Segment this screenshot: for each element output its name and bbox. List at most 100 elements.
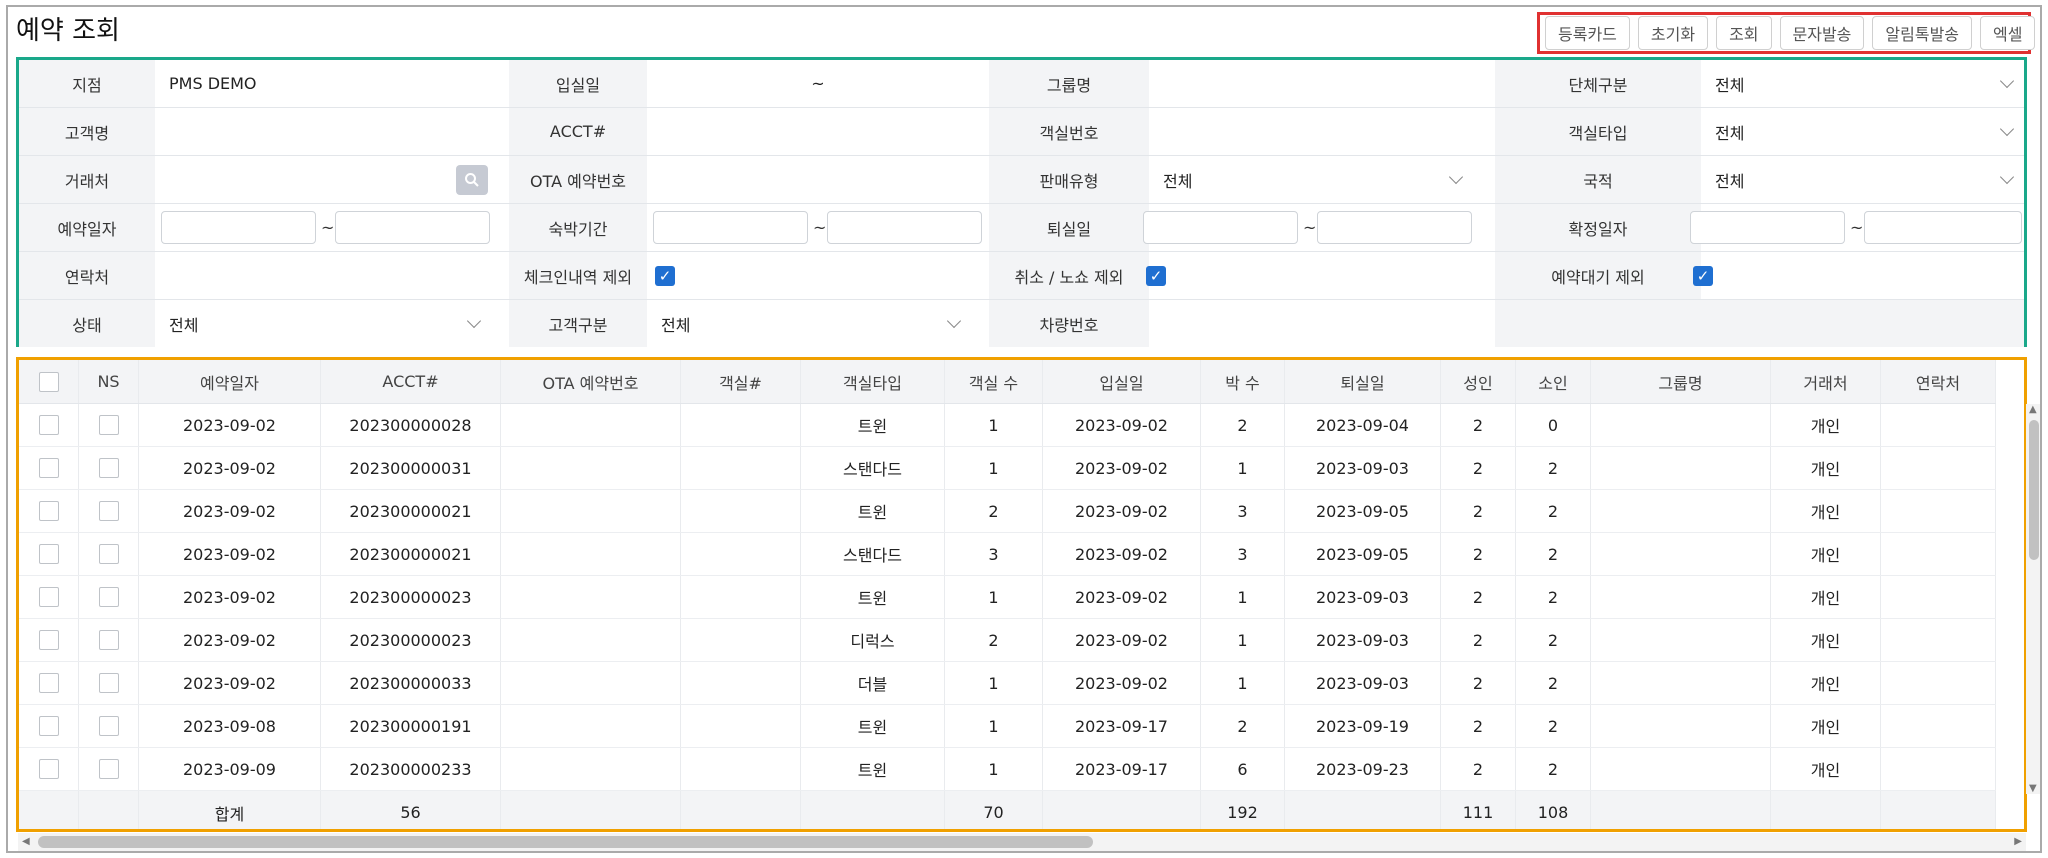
table-row[interactable]: 2023-09-09 202300000233 트윈 1 2023-09-17 6 2023… bbox=[19, 748, 1996, 791]
group-name-field[interactable] bbox=[1149, 60, 1495, 107]
send-sms-button[interactable]: 문자발송 bbox=[1779, 16, 1865, 50]
column-header[interactable]: 거래처 bbox=[1771, 360, 1881, 403]
column-header[interactable]: 박 수 bbox=[1201, 360, 1285, 403]
checkout-to[interactable] bbox=[1317, 211, 1472, 244]
ns-checkbox[interactable] bbox=[98, 716, 119, 736]
row-checkbox[interactable] bbox=[38, 501, 59, 521]
status-select[interactable]: 전체 bbox=[155, 300, 509, 347]
column-header[interactable]: 객실타입 bbox=[801, 360, 945, 403]
table-cell: 202300000191 bbox=[321, 705, 501, 747]
table-row[interactable]: 2023-09-02 202300000031 스탠다드 1 2023-09-02 1 20… bbox=[19, 447, 1996, 490]
ns-checkbox[interactable] bbox=[98, 458, 119, 478]
table-row[interactable]: 2023-09-02 202300000023 트윈 1 2023-09-02 1 2023… bbox=[19, 576, 1996, 619]
stay-period-to[interactable] bbox=[827, 211, 982, 244]
column-header[interactable]: 입실일 bbox=[1043, 360, 1201, 403]
ns-checkbox[interactable] bbox=[98, 673, 119, 693]
room-number-field[interactable] bbox=[1149, 108, 1495, 155]
car-number-field[interactable] bbox=[1149, 300, 1495, 347]
scroll-left-icon[interactable]: ◀ bbox=[22, 836, 30, 847]
scroll-thumb[interactable] bbox=[38, 836, 1093, 848]
column-header[interactable]: 그룹명 bbox=[1591, 360, 1771, 403]
column-header[interactable]: 객실 수 bbox=[945, 360, 1043, 403]
ota-number-field[interactable] bbox=[647, 156, 989, 203]
ns-checkbox[interactable] bbox=[98, 415, 119, 435]
client-search-button[interactable] bbox=[456, 165, 488, 195]
footer-total-cell: 70 bbox=[945, 791, 1043, 829]
table-row[interactable]: 2023-09-02 202300000023 디럭스 2 2023-09-02 1 202… bbox=[19, 619, 1996, 662]
ns-checkbox[interactable] bbox=[98, 501, 119, 521]
checkin-range-field[interactable]: ~ bbox=[647, 60, 989, 107]
reservation-date-from[interactable] bbox=[161, 211, 316, 244]
table-row[interactable]: 2023-09-08 202300000191 트윈 1 2023-09-17 2 2023… bbox=[19, 705, 1996, 748]
table-cell: 0 bbox=[1516, 404, 1591, 446]
ns-checkbox[interactable] bbox=[98, 759, 119, 779]
reservation-date-to[interactable] bbox=[335, 211, 490, 244]
registration-card-button[interactable]: 등록카드 bbox=[1545, 16, 1630, 50]
select-all-checkbox[interactable] bbox=[38, 371, 59, 392]
confirm-date-to[interactable] bbox=[1864, 211, 2022, 244]
table-cell bbox=[681, 748, 801, 790]
reset-button[interactable]: 초기화 bbox=[1637, 16, 1709, 50]
branch-field[interactable]: PMS DEMO bbox=[155, 60, 509, 107]
row-checkbox[interactable] bbox=[38, 458, 59, 478]
guest-name-field[interactable] bbox=[155, 108, 509, 155]
stay-period-from[interactable] bbox=[653, 211, 808, 244]
column-header[interactable]: 연락처 bbox=[1881, 360, 1996, 403]
search-button[interactable]: 조회 bbox=[1716, 16, 1772, 50]
column-header[interactable]: 소인 bbox=[1516, 360, 1591, 403]
sale-type-select[interactable]: 전체 bbox=[1149, 156, 1495, 203]
table-cell bbox=[1881, 490, 1996, 532]
exclude-wait-checkbox[interactable]: ✓ bbox=[1693, 266, 1713, 286]
excel-button[interactable]: 엑셀 bbox=[1980, 16, 2036, 50]
scroll-up-icon[interactable]: ▲ bbox=[2029, 404, 2037, 415]
checkout-from[interactable] bbox=[1143, 211, 1298, 244]
table-cell bbox=[1591, 705, 1771, 747]
row-checkbox[interactable] bbox=[38, 544, 59, 564]
exclude-checkin-checkbox[interactable]: ✓ bbox=[655, 266, 675, 286]
table-cell: 개인 bbox=[1771, 404, 1881, 446]
table-row[interactable]: 2023-09-02 202300000028 트윈 1 2023-09-02 2 2023… bbox=[19, 404, 1996, 447]
column-header[interactable]: 퇴실일 bbox=[1285, 360, 1441, 403]
scroll-down-icon[interactable]: ▼ bbox=[2029, 783, 2037, 794]
table-row[interactable]: 2023-09-02 202300000021 스탠다드 3 2023-09-02 3 20… bbox=[19, 533, 1996, 576]
table-row[interactable]: 2023-09-02 202300000021 트윈 2 2023-09-02 3 2023… bbox=[19, 490, 1996, 533]
row-checkbox[interactable] bbox=[38, 587, 59, 607]
ns-checkbox[interactable] bbox=[98, 587, 119, 607]
guest-type-select[interactable]: 전체 bbox=[647, 300, 989, 347]
column-header[interactable]: 객실# bbox=[681, 360, 801, 403]
column-header[interactable]: 예약일자 bbox=[139, 360, 321, 403]
row-checkbox[interactable] bbox=[38, 630, 59, 650]
confirm-date-from[interactable] bbox=[1690, 211, 1845, 244]
column-header[interactable]: ACCT# bbox=[321, 360, 501, 403]
table-cell bbox=[1881, 748, 1996, 790]
acct-field[interactable] bbox=[647, 108, 989, 155]
table-cell bbox=[501, 662, 681, 704]
ns-cell bbox=[79, 533, 139, 575]
group-type-select[interactable]: 전체 bbox=[1701, 60, 2024, 107]
range-tilde: ~ bbox=[1303, 218, 1317, 237]
row-checkbox[interactable] bbox=[38, 415, 59, 435]
contact-field[interactable] bbox=[155, 252, 509, 299]
column-header[interactable]: NS bbox=[79, 360, 139, 403]
table-cell bbox=[681, 490, 801, 532]
table-cell: 2023-09-23 bbox=[1285, 748, 1441, 790]
send-alimtalk-button[interactable]: 알림톡발송 bbox=[1872, 16, 1973, 50]
scroll-thumb[interactable] bbox=[2029, 420, 2039, 560]
table-row[interactable]: 2023-09-02 202300000033 더블 1 2023-09-02 1 2023… bbox=[19, 662, 1996, 705]
row-checkbox[interactable] bbox=[38, 759, 59, 779]
ns-checkbox[interactable] bbox=[98, 630, 119, 650]
column-header[interactable]: OTA 예약번호 bbox=[501, 360, 681, 403]
column-header[interactable]: 성인 bbox=[1441, 360, 1516, 403]
ns-checkbox[interactable] bbox=[98, 544, 119, 564]
horizontal-scrollbar[interactable]: ◀ ▶ bbox=[18, 833, 2026, 851]
table-cell: 2 bbox=[1441, 748, 1516, 790]
scroll-right-icon[interactable]: ▶ bbox=[2014, 836, 2022, 847]
filter-row: 지점 PMS DEMO 입실일 ~ 그룹명 단체구분 전체 bbox=[19, 60, 2024, 108]
exclude-cancel-checkbox[interactable]: ✓ bbox=[1146, 266, 1166, 286]
row-checkbox[interactable] bbox=[38, 673, 59, 693]
row-checkbox[interactable] bbox=[38, 716, 59, 736]
nationality-select[interactable]: 전체 bbox=[1701, 156, 2024, 203]
room-type-select[interactable]: 전체 bbox=[1701, 108, 2024, 155]
vertical-scrollbar[interactable]: ▲ ▼ bbox=[2026, 404, 2040, 794]
row-select-cell bbox=[19, 748, 79, 790]
